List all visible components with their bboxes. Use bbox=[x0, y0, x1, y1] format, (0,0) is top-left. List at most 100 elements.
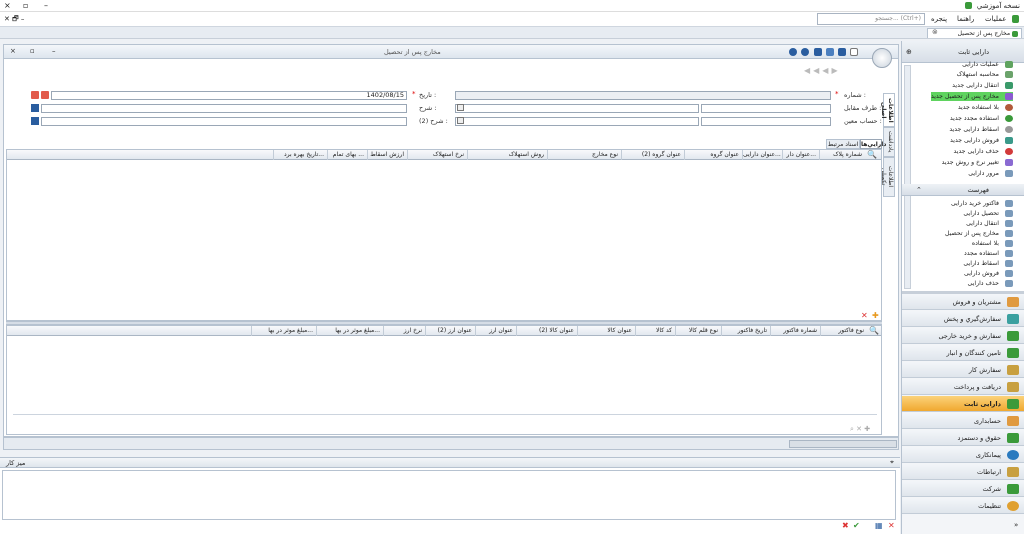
list-asset-scrap[interactable]: اسقاط دارايی bbox=[963, 259, 1013, 268]
counterparty-field[interactable] bbox=[701, 104, 831, 113]
window-close-icon[interactable]: × bbox=[10, 47, 16, 55]
tab-main-info[interactable]: اطلاعات اصلی bbox=[880, 93, 895, 127]
op-asset-operations[interactable]: عمليات دارايی bbox=[962, 60, 1013, 69]
counterparty-name-field[interactable] bbox=[455, 104, 699, 113]
description-save-icon[interactable] bbox=[31, 104, 39, 112]
op-new-sale[interactable]: فروش دارايی جديد bbox=[950, 136, 1013, 145]
window-controls-icon[interactable]: ✕ 🗗 – bbox=[4, 15, 24, 26]
description2-field[interactable] bbox=[41, 117, 407, 126]
op-new-removal[interactable]: حذف دارايی جديد bbox=[953, 147, 1013, 156]
col-invoice-number[interactable]: شماره فاکتور bbox=[770, 326, 820, 336]
window-restore-icon[interactable]: ▫ bbox=[30, 47, 35, 55]
col-plate-number[interactable]: شماره پلاک bbox=[819, 150, 865, 160]
desk-content[interactable] bbox=[2, 470, 896, 520]
nav-scrollbar[interactable] bbox=[904, 65, 911, 289]
lower-grid-actions-icon[interactable]: ⌕ ✕ ✚ bbox=[850, 425, 870, 434]
col-item-code[interactable]: کد کالا bbox=[635, 326, 675, 336]
col-effective-amount[interactable]: مبلغ موثر در بها... bbox=[316, 326, 383, 336]
col-group-title-2[interactable]: عنوان گروه (2) bbox=[621, 150, 684, 160]
list-post-acquisition-costs[interactable]: مخارج پس از تحصيل bbox=[945, 229, 1013, 238]
list-asset-purchase-invoice[interactable]: فاکتور خريد دارايی bbox=[951, 199, 1013, 208]
help-icon[interactable] bbox=[789, 48, 797, 56]
restore-icon[interactable]: ▫ bbox=[23, 1, 28, 10]
number-field[interactable] bbox=[455, 91, 831, 100]
clear-date-icon[interactable] bbox=[41, 91, 49, 99]
module-customers-sales[interactable]: مشتريان و فروش bbox=[902, 294, 1024, 310]
list-asset-transfer[interactable]: انتقال دارايی bbox=[966, 219, 1013, 228]
window-minimize-icon[interactable]: – bbox=[52, 47, 56, 55]
nav-expand-icon[interactable]: » bbox=[1014, 521, 1018, 529]
nav-pin-icon[interactable]: ⊕ bbox=[906, 41, 912, 63]
collapse-icon[interactable]: ⌃ bbox=[916, 184, 922, 196]
close-icon[interactable]: × bbox=[4, 1, 11, 10]
tab-close-icon[interactable]: ⊗ bbox=[932, 28, 938, 36]
module-settings[interactable]: تنظيمات bbox=[902, 498, 1024, 514]
module-foreign-purchase[interactable]: سفارش و خريد خارجی bbox=[902, 328, 1024, 344]
op-new-post-acquisition-cost[interactable]: مخارج پس از تحصيل جديد bbox=[930, 92, 1013, 101]
list-idle[interactable]: بلا استفاده bbox=[972, 239, 1013, 248]
col-effective-amount-2[interactable]: مبلغ موثر در بها... bbox=[251, 326, 316, 336]
account-dropdown-icon[interactable] bbox=[457, 117, 464, 124]
col-item-title-2[interactable]: عنوان کالا (2) bbox=[516, 326, 577, 336]
list-asset-removal[interactable]: حذف دارايی bbox=[967, 279, 1013, 288]
list-asset-sale[interactable]: فروش دارايی bbox=[964, 269, 1013, 278]
list-asset-acquisition[interactable]: تحصيل دارايی bbox=[963, 209, 1013, 218]
module-contracting[interactable]: پيمانکاری bbox=[902, 447, 1024, 463]
specific-account-name-field[interactable] bbox=[455, 117, 699, 126]
add-row-icon[interactable]: ✚ bbox=[872, 311, 879, 320]
col-depreciation-method[interactable]: روش استهلاک bbox=[467, 150, 547, 160]
menu-help[interactable]: راهنما bbox=[957, 15, 974, 23]
col-item-title[interactable]: عنوان کالا bbox=[577, 326, 635, 336]
calendar-icon[interactable] bbox=[31, 91, 39, 99]
col-salvage-value[interactable]: ارزش اسقاط bbox=[367, 150, 407, 160]
grid-search-icon[interactable]: 🔍 bbox=[867, 150, 877, 159]
op-asset-review[interactable]: مرور دارايی bbox=[968, 169, 1013, 178]
col-invoice-type[interactable]: نوع فاکتور bbox=[820, 326, 867, 336]
col-group-title[interactable]: عنوان گروه bbox=[684, 150, 742, 160]
description-field[interactable] bbox=[41, 104, 407, 113]
op-new-idle[interactable]: بلا استفاده جديد bbox=[958, 103, 1013, 112]
record-navigation-icons[interactable]: ◀◀◀▶ bbox=[804, 66, 841, 75]
module-communications[interactable]: ارتباطات bbox=[902, 464, 1024, 480]
menu-window[interactable]: پنجره bbox=[931, 15, 947, 23]
op-new-reuse[interactable]: استفاده مجدد جديد bbox=[950, 114, 1013, 123]
list-reuse[interactable]: استفاده مجدد bbox=[964, 249, 1013, 258]
tab-post-acquisition-costs[interactable]: مخارج پس از تحصيل bbox=[927, 28, 1022, 38]
invoice-search-icon[interactable]: 🔍 bbox=[869, 326, 879, 335]
col-exchange-rate[interactable]: نرخ ارز bbox=[383, 326, 425, 336]
col-item-type[interactable]: نوع قلم کالا bbox=[675, 326, 721, 336]
desk-confirm-icon[interactable]: ✔ bbox=[853, 521, 860, 530]
tab-related-docs[interactable]: اسناد مرتبط bbox=[826, 139, 860, 149]
description2-save-icon[interactable] bbox=[31, 117, 39, 125]
module-ordering-distribution[interactable]: سفارش‌گيري و پخش bbox=[902, 311, 1024, 327]
col-depreciation-rate[interactable]: نرخ استهلاک bbox=[407, 150, 467, 160]
invoice-grid[interactable]: 🔍 نوع فاکتور شماره فاکتور تاريخ فاکتور ن… bbox=[6, 325, 882, 435]
save-as-icon[interactable] bbox=[814, 48, 822, 56]
delete-row-icon[interactable]: ✕ bbox=[861, 311, 868, 320]
save-icon[interactable] bbox=[826, 48, 834, 56]
module-fixed-assets[interactable]: دارايی ثابت bbox=[902, 396, 1024, 412]
col-utilization-date[interactable]: تاريخ بهره برد... bbox=[273, 150, 327, 160]
desk-grid-icon[interactable]: ▦ bbox=[875, 521, 883, 530]
op-new-transfer[interactable]: انتقال دارايی جديد bbox=[952, 81, 1013, 90]
tab-assets[interactable]: دارايي‌ها bbox=[860, 139, 886, 149]
tab-extra-info[interactable]: اطلاعات تکميلی bbox=[880, 157, 895, 197]
date-field[interactable]: 1402/08/15 bbox=[51, 91, 407, 100]
col-asset-title-2[interactable]: عنوان دارايی... bbox=[742, 150, 782, 160]
specific-account-field[interactable] bbox=[701, 117, 831, 126]
op-new-scrap[interactable]: اسقاط دارايی جديد bbox=[949, 125, 1013, 134]
desk-cancel-icon[interactable]: ✖ bbox=[842, 521, 849, 530]
menu-operations[interactable]: عمليات bbox=[985, 15, 1006, 23]
desk-close-icon[interactable]: ✕ bbox=[888, 521, 895, 530]
minimize-icon[interactable]: – bbox=[44, 1, 48, 10]
search-input[interactable]: جستجو... (Ctrl+) bbox=[817, 13, 925, 25]
col-cost-type[interactable]: نوع مخارج bbox=[547, 150, 621, 160]
horizontal-scrollbar[interactable] bbox=[13, 414, 877, 420]
counterparty-dropdown-icon[interactable] bbox=[457, 104, 464, 111]
module-company[interactable]: شرکت bbox=[902, 481, 1024, 497]
module-accounting[interactable]: حسابداری bbox=[902, 413, 1024, 429]
col-asset-title[interactable]: عنوان دار... bbox=[782, 150, 819, 160]
module-suppliers-warehouse[interactable]: تامين کنندگان و انبار bbox=[902, 345, 1024, 361]
module-payroll[interactable]: حقوق و دستمزد bbox=[902, 430, 1024, 446]
module-work-orders[interactable]: سفارش کار bbox=[902, 362, 1024, 378]
